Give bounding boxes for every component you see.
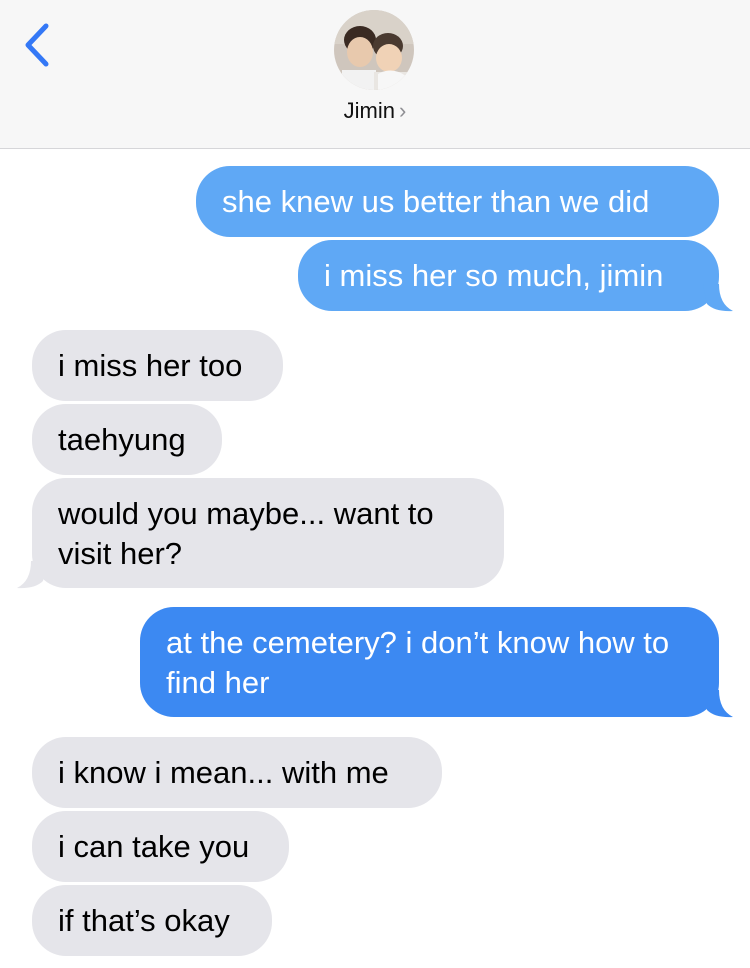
message-thread[interactable]: she knew us better than we did i miss he… (0, 149, 750, 968)
avatar-photo-icon (334, 10, 414, 90)
message-bubble-sent[interactable]: at the cemetery? i don’t know how to fin… (140, 607, 719, 717)
message-text: i can take you (58, 829, 250, 864)
message-text: i know i mean... with me (58, 755, 389, 790)
back-button[interactable] (18, 20, 58, 70)
message-bubble-received[interactable]: i can take you (32, 811, 289, 882)
message-bubble-sent[interactable]: i miss her so much, jimin (298, 240, 719, 311)
message-text: at the cemetery? i don’t know how to fin… (166, 625, 670, 700)
contact-name-button[interactable]: Jimin › (0, 98, 750, 124)
chevron-right-icon: › (399, 98, 407, 123)
message-bubble-sent[interactable]: she knew us better than we did (196, 166, 719, 237)
message-text: if that’s okay (58, 903, 230, 938)
message-text: i miss her so much, jimin (324, 258, 664, 293)
message-bubble-received[interactable]: i miss her too (32, 330, 283, 401)
message-bubble-received[interactable]: i know i mean... with me (32, 737, 442, 808)
chevron-left-icon (25, 23, 49, 67)
message-text: she knew us better than we did (222, 184, 650, 219)
bubble-tail-icon (703, 284, 733, 312)
contact-avatar[interactable] (334, 10, 414, 90)
message-bubble-received[interactable]: would you maybe... want to visit her? (32, 478, 504, 588)
bubble-tail-icon (17, 561, 47, 589)
message-text: taehyung (58, 422, 186, 457)
conversation-header: Jimin › (0, 0, 750, 149)
message-bubble-received[interactable]: if that’s okay (32, 885, 272, 956)
message-bubble-received[interactable]: taehyung (32, 404, 222, 475)
contact-name: Jimin (343, 98, 395, 123)
bubble-tail-icon (703, 690, 733, 718)
message-text: i miss her too (58, 348, 243, 383)
message-text: would you maybe... want to visit her? (58, 496, 434, 571)
